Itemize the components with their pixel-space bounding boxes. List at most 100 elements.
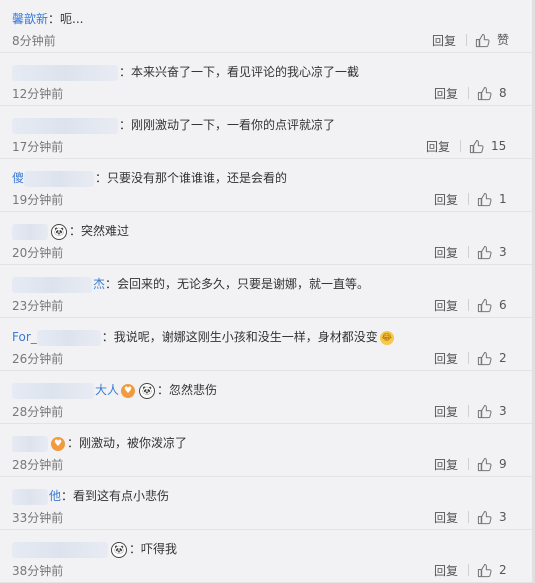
comment-username[interactable]: 傻 (12, 171, 24, 185)
comment-line: ：刚刚激动了一下，一看你的点评就凉了 (12, 116, 492, 134)
comment-time: 28分钟前 (12, 405, 64, 419)
divider (466, 34, 467, 46)
reply-button[interactable]: 回复 (434, 457, 458, 473)
reply-button[interactable]: 回复 (434, 563, 458, 579)
comment-line: ：本来兴奋了一下，看见评论的我心凉了一截 (12, 63, 492, 81)
divider (468, 564, 469, 576)
reply-button[interactable]: 回复 (434, 192, 458, 208)
like-count: 2 (499, 351, 507, 365)
comment-time: 28分钟前 (12, 458, 64, 472)
comment-line: 傻 ：只要没有那个谁谁谁，还是会看的 (12, 169, 492, 187)
like-count: 3 (499, 245, 507, 259)
comment-text: ：我说呢，谢娜这刚生小孩和没生一样，身材都没变 (101, 330, 378, 344)
divider (468, 511, 469, 523)
blurred-username (12, 541, 108, 558)
divider (468, 87, 469, 99)
comment-item: 大人 ♥ 🐼 ：忽然悲伤 28分钟前 回复 3 (0, 371, 535, 424)
panda-emoji-icon: 🐼 (51, 223, 67, 240)
like-button[interactable]: 2 (460, 349, 507, 367)
like-button[interactable]: 9 (460, 455, 507, 473)
reply-button[interactable]: 回复 (434, 404, 458, 420)
comment-item: 🐼 ：突然难过 20分钟前 回复 3 (0, 212, 535, 265)
heart-badge-icon: ♥ (51, 436, 65, 451)
like-button[interactable]: 8 (460, 84, 507, 102)
comment-item: 🐼 ：吓得我 38分钟前 回复 2 (0, 530, 535, 583)
comment-username[interactable]: 大人 (95, 383, 119, 397)
like-button[interactable]: 3 (460, 243, 507, 261)
like-button[interactable]: 赞 (458, 31, 509, 49)
divider (468, 405, 469, 417)
like-button[interactable]: 6 (460, 296, 507, 314)
like-count: 15 (491, 139, 507, 153)
laughing-emoji-icon: 😂 (379, 330, 394, 345)
reply-button[interactable]: 回复 (434, 510, 458, 526)
reply-button[interactable]: 回复 (434, 351, 458, 367)
comment-text: ：刚激动，被你泼凉了 (67, 436, 188, 450)
comment-line: 🐼 ：吓得我 (12, 540, 492, 558)
thumbs-up-icon (477, 563, 492, 578)
heart-badge-icon: ♥ (121, 383, 136, 398)
blurred-username (12, 117, 118, 134)
reply-button[interactable]: 回复 (434, 298, 458, 314)
thumbs-up-icon (477, 86, 492, 101)
comment-text: ：突然难过 (69, 224, 130, 238)
blurred-username (12, 488, 48, 505)
reply-button[interactable]: 回复 (434, 245, 458, 261)
comment-item: 傻 ：只要没有那个谁谁谁，还是会看的 19分钟前 回复 1 (0, 159, 535, 212)
divider (468, 352, 469, 364)
thumbs-up-icon (469, 139, 484, 154)
reply-button[interactable]: 回复 (432, 33, 456, 49)
like-button[interactable]: 15 (452, 137, 506, 155)
comment-time: 20分钟前 (12, 246, 64, 260)
blurred-username (12, 64, 118, 81)
divider (460, 140, 461, 152)
like-count: 3 (499, 404, 507, 418)
comment-item: 杰：会回来的，无论多久，只要是谢娜，就一直等。 23分钟前 回复 6 (0, 265, 535, 318)
comment-line: 大人 ♥ 🐼 ：忽然悲伤 (12, 381, 492, 399)
blurred-username (12, 223, 48, 240)
comment-username[interactable]: For_ (12, 330, 37, 344)
like-count: 2 (499, 563, 507, 577)
panda-emoji-icon: 🐼 (111, 541, 127, 558)
reply-button[interactable]: 回复 (426, 139, 450, 155)
comment-text: ：吓得我 (129, 542, 178, 556)
comment-line: For_ ：我说呢，谢娜这刚生小孩和没生一样，身材都没变 😂 (12, 328, 492, 346)
like-count: 9 (499, 457, 507, 471)
blurred-username (12, 435, 48, 452)
like-count: 6 (499, 298, 507, 312)
comment-time: 23分钟前 (12, 299, 64, 313)
thumbs-up-icon (477, 245, 492, 260)
like-count: 8 (499, 86, 507, 100)
thumbs-up-icon (477, 192, 492, 207)
comment-username[interactable]: 馨歆新 (12, 12, 48, 26)
like-button[interactable]: 3 (460, 508, 507, 526)
comment-item: 馨歆新：呃... 8分钟前 回复 赞 (0, 0, 535, 53)
like-count: 1 (499, 192, 507, 206)
thumbs-up-icon (477, 510, 492, 525)
comment-list: 馨歆新：呃... 8分钟前 回复 赞 ：本来兴奋了一下，看见评论的我心凉了一截 … (0, 0, 535, 583)
blurred-username (12, 382, 94, 399)
comment-text: ：本来兴奋了一下，看见评论的我心凉了一截 (119, 65, 360, 79)
divider (468, 299, 469, 311)
like-button[interactable]: 1 (460, 190, 507, 208)
comment-text: ：刚刚激动了一下，一看你的点评就凉了 (119, 118, 336, 132)
reply-button[interactable]: 回复 (434, 86, 458, 102)
blurred-username (36, 329, 101, 346)
comment-text: ：会回来的，无论多久，只要是谢娜，就一直等。 (105, 277, 370, 291)
comment-username[interactable]: 杰 (93, 277, 105, 291)
like-button[interactable]: 3 (460, 402, 507, 420)
divider (468, 246, 469, 258)
comment-text: ：呃... (48, 12, 84, 26)
comment-time: 17分钟前 (12, 140, 64, 154)
divider (468, 458, 469, 470)
comment-username[interactable]: 他 (49, 489, 61, 503)
like-button[interactable]: 2 (460, 561, 507, 579)
thumbs-up-icon (477, 404, 492, 419)
comment-text: ：忽然悲伤 (157, 383, 218, 397)
comment-time: 38分钟前 (12, 564, 64, 578)
comment-time: 12分钟前 (12, 87, 64, 101)
blurred-username (12, 276, 92, 293)
panda-emoji-icon: 🐼 (139, 382, 156, 399)
blurred-username (24, 170, 95, 187)
comment-item: ：刚刚激动了一下，一看你的点评就凉了 17分钟前 回复 15 (0, 106, 535, 159)
